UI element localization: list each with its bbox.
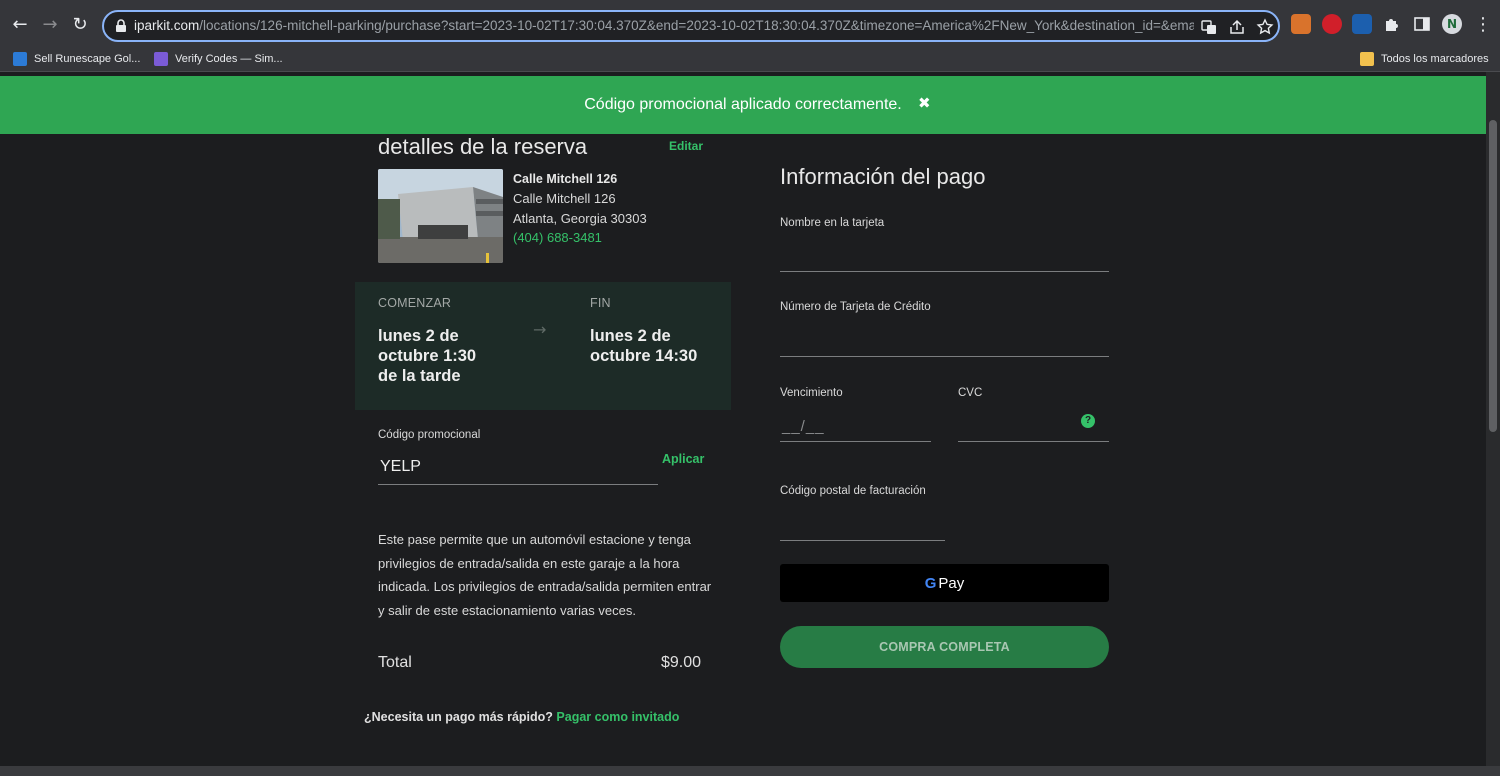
address-line: Calle Mitchell 126 — [513, 191, 616, 206]
share-icon[interactable] — [1228, 18, 1246, 36]
payment-title: Información del pago — [780, 164, 986, 189]
promo-code-label: Código promocional — [378, 429, 481, 441]
edit-link[interactable]: Editar — [669, 139, 703, 153]
gpay-label: Pay — [938, 574, 965, 592]
total-label: Total — [378, 654, 412, 671]
metamask-extension-icon[interactable] — [1291, 14, 1311, 34]
scrollbar-thumb[interactable] — [1489, 120, 1497, 432]
start-value: lunes 2 de octubre 1:30 de la tarde — [378, 327, 477, 385]
promo-success-banner: Código promocional aplicado correctament… — [0, 76, 1486, 134]
vpn-extension-icon[interactable] — [1352, 14, 1372, 34]
help-icon[interactable]: ? — [1081, 414, 1095, 428]
google-g-icon: G — [924, 574, 937, 592]
parking-photo — [378, 169, 503, 263]
profile-avatar[interactable]: N — [1442, 14, 1462, 34]
browser-toolbar: ← → ↻ iparkit.com/locations/126-mitchell… — [0, 0, 1500, 48]
pass-description: Este pase permite que un automóvil estac… — [378, 532, 712, 618]
close-icon[interactable]: ✖ — [918, 96, 932, 111]
side-panel-icon[interactable] — [1412, 14, 1432, 34]
reload-icon[interactable]: ↻ — [68, 12, 92, 36]
start-label: COMENZAR — [378, 296, 452, 310]
faster-text: ¿Necesita un pago más rápido? — [364, 710, 553, 724]
all-bookmarks-label: Todos los marcadores — [1381, 53, 1489, 65]
expiry-input[interactable]: __/__ — [782, 418, 825, 435]
bookmark-label: Sell Runescape Gol... — [34, 53, 141, 65]
complete-purchase-button[interactable]: COMPRA COMPLETA — [780, 626, 1109, 668]
forward-icon[interactable]: → — [38, 12, 62, 36]
bookmark-item[interactable]: Verify Codes — Sim... — [154, 52, 283, 66]
end-value: lunes 2 de octubre 14:30 — [590, 327, 698, 365]
verify-codes-favicon-icon — [154, 52, 168, 66]
postal-code-label: Código postal de facturación — [780, 485, 926, 497]
shield-extension-icon[interactable] — [1322, 14, 1342, 34]
page-content: Código promocional aplicado correctament… — [0, 72, 1486, 766]
url-text[interactable]: iparkit.com/locations/126-mitchell-parki… — [134, 18, 1194, 33]
back-icon[interactable]: ← — [8, 12, 32, 36]
address-bar[interactable]: iparkit.com/locations/126-mitchell-parki… — [102, 10, 1280, 42]
guest-checkout-prompt: ¿Necesita un pago más rápido? Pagar como… — [364, 710, 679, 724]
card-number-label: Número de Tarjeta de Crédito — [780, 301, 931, 313]
runescape-favicon-icon — [13, 52, 27, 66]
guest-checkout-link[interactable]: Pagar como invitado — [556, 710, 679, 724]
cvc-label: CVC — [958, 387, 983, 399]
cvc-underline — [958, 441, 1109, 442]
apply-promo-button[interactable]: Aplicar — [662, 452, 704, 466]
browser-menu-icon[interactable]: ⋮ — [1471, 12, 1495, 36]
expiry-underline — [780, 441, 931, 442]
extensions-puzzle-icon[interactable] — [1382, 14, 1402, 34]
folder-icon — [1360, 52, 1374, 66]
banner-message: Código promocional aplicado correctament… — [584, 96, 902, 113]
card-name-underline — [780, 271, 1109, 272]
expiry-label: Vencimiento — [780, 387, 843, 399]
lock-icon[interactable] — [114, 19, 128, 33]
google-pay-button[interactable]: G Pay — [780, 564, 1109, 602]
translate-icon[interactable] — [1200, 18, 1218, 36]
card-name-label: Nombre en la tarjeta — [780, 217, 885, 229]
postal-code-input[interactable] — [780, 504, 945, 540]
card-name-input[interactable] — [780, 236, 1109, 272]
postal-code-underline — [780, 540, 945, 541]
arrow-right-icon: → — [533, 320, 547, 339]
card-number-input[interactable] — [780, 320, 1109, 356]
all-bookmarks[interactable]: Todos los marcadores — [1360, 52, 1489, 66]
total-value: $9.00 — [661, 654, 702, 671]
phone-link[interactable]: (404) 688-3481 — [513, 230, 602, 245]
bookmark-label: Verify Codes — Sim... — [175, 53, 283, 65]
reservation-heading: detalles de la reserva — [378, 134, 588, 159]
location-name: Calle Mitchell 126 — [513, 172, 618, 186]
card-number-underline — [780, 356, 1109, 357]
bookmark-star-icon[interactable] — [1256, 18, 1274, 36]
end-label: FIN — [590, 296, 611, 310]
bookmarks-bar: Sell Runescape Gol... Verify Codes — Sim… — [0, 48, 1500, 72]
horizontal-scrollbar[interactable] — [0, 766, 1500, 776]
address-city: Atlanta, Georgia 30303 — [513, 211, 647, 226]
bookmark-item[interactable]: Sell Runescape Gol... — [13, 52, 140, 66]
promo-code-input[interactable]: YELP — [378, 452, 658, 485]
cvc-input[interactable] — [958, 406, 1078, 440]
